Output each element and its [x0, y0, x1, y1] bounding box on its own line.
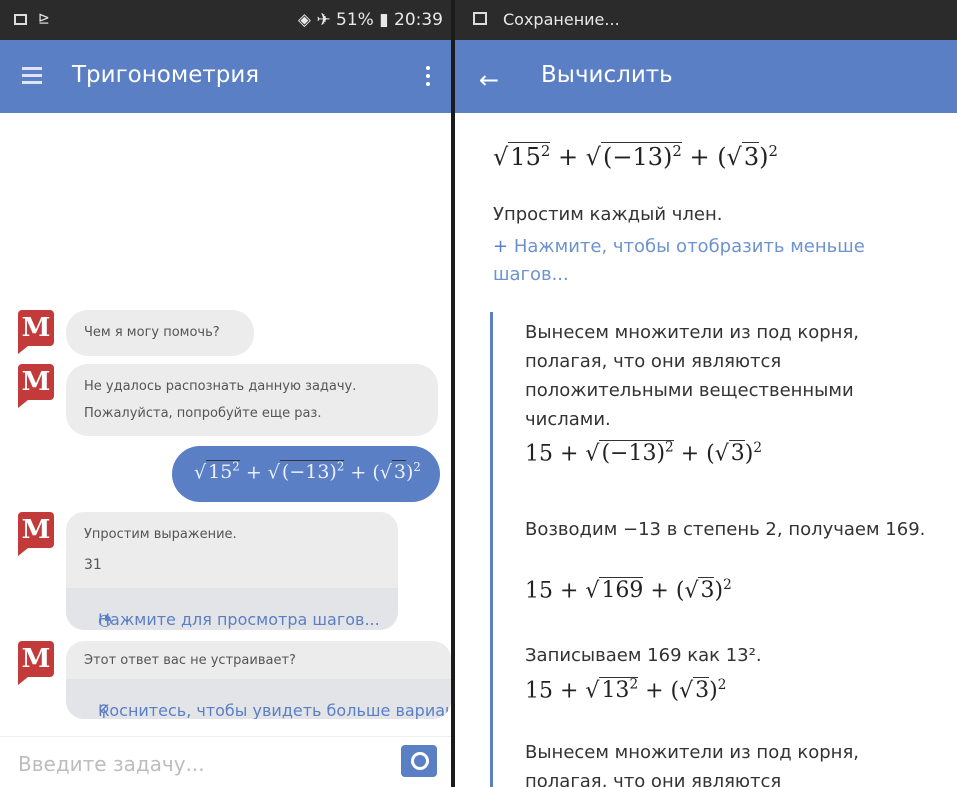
plus-icon: + [493, 236, 509, 257]
camera-icon[interactable] [401, 745, 437, 777]
app-bar: ← Вычислить [455, 40, 957, 113]
menu-icon[interactable] [22, 67, 42, 84]
status-time: 20:39 [394, 10, 443, 30]
left-screen: ⊵ ◈ ✈ 51% ▮ 20:39 Тригонометрия M Чем я … [0, 0, 451, 787]
bot-avatar-icon: M [18, 512, 54, 556]
bot-avatar-icon: M [18, 641, 54, 685]
message-line: Упростим выражение. [84, 527, 237, 542]
back-arrow-icon[interactable]: ← [479, 66, 499, 94]
bot-avatar-icon: M [18, 310, 54, 354]
step-math: 15 + √169 + (√3)2 [525, 577, 732, 604]
step-text: Вынесем множители из под корня, полагая,… [525, 742, 860, 787]
view-steps-button[interactable]: ◔ Нажмите для просмотра шагов... [66, 588, 398, 630]
user-expression: √ 152 + √ (−13)2 + (√ 3)2 [194, 460, 421, 484]
app-bar: Тригонометрия [0, 40, 451, 113]
expand-steps-label: Нажмите, чтобы отобразить меньше шагов..… [493, 236, 865, 285]
bot-message: Не удалось распознать данную задачу. Пож… [66, 364, 438, 436]
page-title: Тригонометрия [72, 62, 260, 88]
bot-avatar-icon: M [18, 364, 54, 408]
battery-percent: 51% [336, 10, 374, 30]
bot-message: Этот ответ вас не устраивает? ⚲ Коснитес… [66, 641, 451, 719]
battery-icon: ▮ [379, 10, 389, 30]
main-expression: √152 + √(−13)2 + (√3)2 [493, 142, 778, 171]
wifi-icon: ◈ [297, 10, 311, 30]
step-math: 15 + √132 + (√3)2 [525, 677, 727, 704]
overflow-menu-icon[interactable] [426, 66, 431, 86]
sim-icon [14, 14, 27, 25]
status-bar: Сохранение... [455, 0, 957, 40]
message-text: Чем я могу помочь? [84, 325, 220, 340]
more-options-label: Коснитесь, чтобы увидеть больше вариан [98, 701, 451, 719]
problem-input[interactable] [16, 749, 360, 779]
save-icon [473, 12, 487, 25]
user-message: √ 152 + √ (−13)2 + (√ 3)2 [172, 446, 440, 502]
more-options-button[interactable]: ⚲ Коснитесь, чтобы увидеть больше вариан [66, 679, 451, 719]
status-right: ◈ ✈ 51% ▮ 20:39 [298, 10, 443, 30]
page-title: Вычислить [541, 62, 673, 88]
answer-value: 31 [84, 557, 102, 573]
message-line: Пожалуйста, попробуйте еще раз. [84, 406, 322, 421]
bot-message: Упростим выражение. 31 ◔ Нажмите для про… [66, 512, 398, 630]
step-text: Записываем 169 как 13². [525, 645, 762, 666]
airplane-icon: ✈ [316, 10, 331, 30]
message-text: Этот ответ вас не устраивает? [84, 653, 296, 668]
steps-indicator [490, 312, 493, 787]
step-math: 15 + √(−13)2 + (√3)2 [525, 440, 762, 467]
status-text: Сохранение... [503, 10, 620, 29]
right-screen: Сохранение... ← Вычислить √152 + √(−13)2… [455, 0, 957, 787]
message-line: Не удалось распознать данную задачу. [84, 379, 357, 394]
step-text: Вынесем множители из под корня, полагая,… [525, 322, 860, 430]
expand-steps-link[interactable]: + Нажмите, чтобы отобразить меньше шагов… [493, 233, 933, 289]
simplify-text: Упростим каждый член. [493, 204, 723, 225]
bot-message: Чем я могу помочь? [66, 310, 254, 356]
view-steps-label: Нажмите для просмотра шагов... [98, 610, 380, 629]
cast-icon: ⊵ [38, 11, 50, 27]
input-bar [0, 736, 451, 787]
step-text: Возводим −13 в степень 2, получаем 169. [525, 519, 926, 540]
status-bar: ⊵ ◈ ✈ 51% ▮ 20:39 [0, 0, 451, 40]
